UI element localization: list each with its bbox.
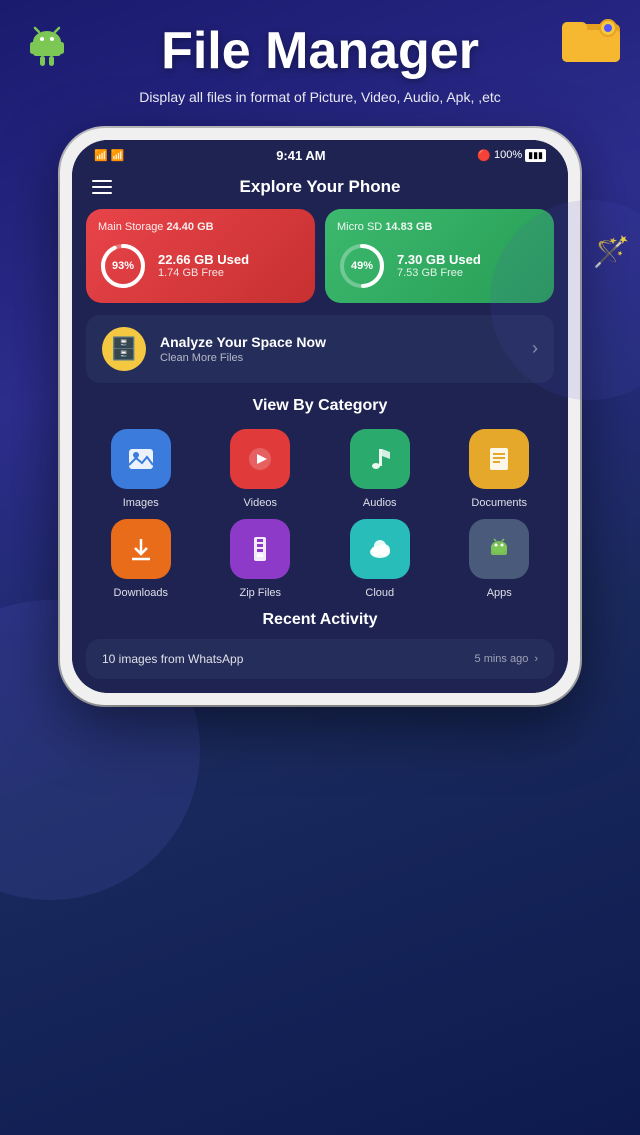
category-apps[interactable]: Apps [445, 519, 555, 599]
category-images[interactable]: Images [86, 429, 196, 509]
phone-mockup: 📶 📶 9:41 AM 🔴 100% ▮▮▮ Explore Your Phon… [60, 128, 580, 948]
main-storage-label: Main Storage 24.40 GB [98, 221, 303, 233]
status-bar: 📶 📶 9:41 AM 🔴 100% ▮▮▮ [72, 140, 568, 167]
analyze-subtitle: Clean More Files [160, 352, 326, 364]
main-free: 1.74 GB Free [158, 267, 249, 279]
recent-activity-card[interactable]: 10 images from WhatsApp 5 mins ago › [86, 639, 554, 679]
main-storage-progress: 93% [98, 241, 148, 291]
category-zip[interactable]: Zip Files [206, 519, 316, 599]
analyze-title: Analyze Your Space Now [160, 334, 326, 350]
category-documents[interactable]: Documents [445, 429, 555, 509]
folder-icon [562, 14, 622, 64]
battery-percent: 100% [494, 149, 522, 161]
content-area: 🗄️ Analyze Your Space Now Clean More Fil… [72, 315, 568, 693]
images-icon-bg [111, 429, 171, 489]
zip-icon-bg [230, 519, 290, 579]
audios-label: Audios [363, 497, 397, 509]
recent-item-text: 10 images from WhatsApp [102, 652, 243, 666]
brush-decoration: 🪄 [593, 235, 630, 270]
top-bar: Explore Your Phone [72, 167, 568, 209]
app-subtitle: Display all files in format of Picture, … [20, 88, 620, 108]
screen-title: Explore Your Phone [240, 177, 401, 197]
downloads-label: Downloads [114, 587, 168, 599]
stars-decoration: ✨ [545, 218, 580, 251]
category-videos[interactable]: Videos [206, 429, 316, 509]
storage-cards: Main Storage 24.40 GB 93% [72, 209, 568, 315]
signal-icon: 📶 📶 [94, 149, 124, 162]
analyze-card[interactable]: 🗄️ Analyze Your Space Now Clean More Fil… [86, 315, 554, 383]
recent-chevron-icon: › [534, 653, 538, 665]
audios-icon-bg [350, 429, 410, 489]
main-percent: 93% [112, 260, 134, 272]
videos-label: Videos [244, 497, 277, 509]
videos-icon-bg [230, 429, 290, 489]
category-audios[interactable]: Audios [325, 429, 435, 509]
main-used: 22.66 GB Used [158, 252, 249, 267]
battery-display: 🔴 100% ▮▮▮ [477, 149, 546, 162]
chevron-right-icon: › [532, 338, 538, 359]
documents-label: Documents [471, 497, 527, 509]
recent-item-time: 5 mins ago [475, 653, 529, 665]
micro-used: 7.30 GB Used [397, 252, 481, 267]
downloads-icon-bg [111, 519, 171, 579]
cloud-label: Cloud [365, 587, 394, 599]
time-display: 9:41 AM [276, 148, 325, 163]
category-grid: Images Videos Audios [86, 429, 554, 509]
main-storage-card[interactable]: Main Storage 24.40 GB 93% [86, 209, 315, 303]
bluetooth-icon: 🔴 [477, 149, 491, 162]
hamburger-menu[interactable] [92, 180, 112, 194]
images-label: Images [123, 497, 159, 509]
micro-sd-card[interactable]: Micro SD 14.83 GB 49% 7.3 [325, 209, 554, 303]
category-cloud[interactable]: Cloud [325, 519, 435, 599]
app-title: File Manager [20, 23, 620, 80]
micro-percent: 49% [351, 260, 373, 272]
micro-free: 7.53 GB Free [397, 267, 481, 279]
category-grid-row2: Downloads Zip Files Clou [86, 519, 554, 599]
cloud-icon-bg [350, 519, 410, 579]
apps-label: Apps [487, 587, 512, 599]
android-icon [22, 22, 72, 72]
apps-icon-bg [469, 519, 529, 579]
micro-storage-label: Micro SD 14.83 GB [337, 221, 542, 233]
documents-icon-bg [469, 429, 529, 489]
battery-icon: ▮▮▮ [525, 149, 546, 162]
category-section-title: View By Category [86, 397, 554, 415]
category-downloads[interactable]: Downloads [86, 519, 196, 599]
micro-storage-progress: 49% [337, 241, 387, 291]
zip-label: Zip Files [239, 587, 281, 599]
recent-section-title: Recent Activity [86, 611, 554, 629]
analyze-icon: 🗄️ [102, 327, 146, 371]
